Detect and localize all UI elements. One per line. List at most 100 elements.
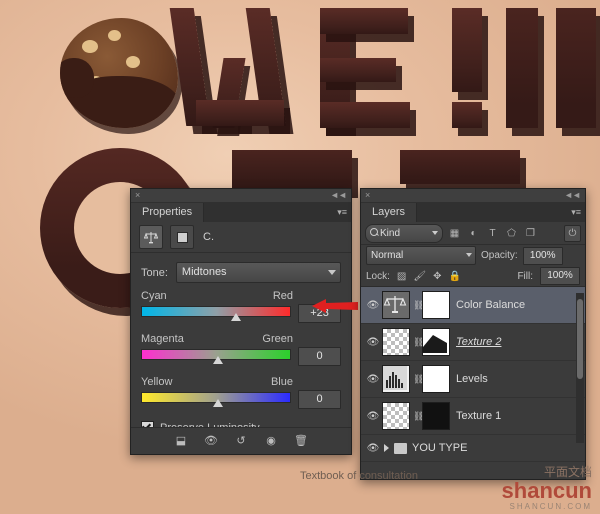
properties-panel[interactable]: × ◄◄ Properties ▾≡ C. Tone: Midtones Cya… bbox=[130, 188, 352, 455]
chevron-down-icon bbox=[466, 253, 472, 257]
slider-magenta-green-right-label: Green bbox=[262, 333, 293, 345]
filter-power-icon[interactable]: ⏻ bbox=[564, 224, 581, 242]
layer-visibility-icon[interactable]: 👁 bbox=[364, 411, 382, 422]
layer-thumbnail[interactable] bbox=[382, 291, 410, 319]
lock-position-icon[interactable]: ✥ bbox=[433, 271, 441, 282]
opacity-value[interactable]: 100% bbox=[522, 246, 563, 265]
tone-label: Tone: bbox=[141, 266, 168, 279]
layer-name[interactable]: Levels bbox=[456, 373, 488, 385]
slider-magenta-green-track[interactable] bbox=[141, 349, 292, 364]
layers-tabrow[interactable]: Layers ▾≡ bbox=[361, 203, 585, 222]
reset-icon[interactable]: ↺ bbox=[233, 434, 249, 448]
pixel-filter-icon[interactable]: ▦ bbox=[447, 226, 462, 241]
search-icon bbox=[370, 227, 378, 236]
shape-filter-icon[interactable]: ⬠ bbox=[504, 226, 519, 241]
table-row[interactable]: 👁 ⛓ Texture 1 bbox=[361, 398, 585, 435]
layer-mask-link-icon[interactable]: ⛓ bbox=[413, 337, 424, 348]
slider-cyan-red-knob[interactable] bbox=[231, 313, 241, 321]
smart-object-filter-icon[interactable]: ❐ bbox=[523, 226, 538, 241]
fill-label: Fill: bbox=[517, 270, 533, 282]
layer-name[interactable]: Texture 2 bbox=[456, 336, 501, 348]
close-icon[interactable]: × bbox=[135, 190, 140, 200]
layer-visibility-icon[interactable]: 👁 bbox=[364, 374, 382, 385]
expand-group-icon[interactable] bbox=[384, 444, 389, 452]
tone-value: Midtones bbox=[181, 266, 227, 278]
properties-footer[interactable]: ⬓ 👁 ↺ ◉ 🗑 bbox=[131, 427, 351, 454]
layer-mask-thumbnail[interactable] bbox=[422, 402, 450, 430]
balance-scale-glyph bbox=[383, 296, 407, 313]
slider-cyan-red[interactable]: Cyan Red +23 bbox=[141, 290, 341, 323]
slider-magenta-green-left-label: Magenta bbox=[141, 333, 184, 345]
color-balance-icon[interactable] bbox=[139, 225, 163, 249]
slider-yellow-blue-knob[interactable] bbox=[213, 399, 223, 407]
tab-properties[interactable]: Properties bbox=[131, 203, 205, 222]
collapse-icon[interactable]: ◄◄ bbox=[330, 190, 347, 200]
blend-mode-value: Normal bbox=[371, 250, 404, 261]
slider-magenta-green-knob[interactable] bbox=[213, 356, 223, 364]
view-previous-icon[interactable]: 👁 bbox=[203, 434, 219, 448]
slider-magenta-green[interactable]: Magenta Green 0 bbox=[141, 333, 341, 366]
slider-yellow-blue-value[interactable]: 0 bbox=[298, 390, 341, 409]
layer-mask-thumbnail[interactable] bbox=[422, 365, 450, 393]
tone-row[interactable]: Tone: Midtones bbox=[141, 262, 341, 283]
properties-tabrow[interactable]: Properties ▾≡ bbox=[131, 203, 351, 222]
table-row[interactable]: 👁 ⛓ Color Balance bbox=[361, 287, 585, 324]
table-row[interactable]: 👁 YOU TYPE bbox=[361, 435, 585, 462]
layer-thumbnail[interactable] bbox=[382, 402, 410, 430]
tab-layers[interactable]: Layers bbox=[361, 203, 418, 222]
layer-name[interactable]: Color Balance bbox=[456, 299, 525, 311]
layer-name[interactable]: YOU TYPE bbox=[412, 442, 467, 454]
slider-cyan-red-left-label: Cyan bbox=[141, 290, 167, 302]
lock-label: Lock: bbox=[366, 270, 390, 282]
lock-row[interactable]: Lock: ▨ 🖌 ✥ 🔒 Fill: 100% bbox=[361, 266, 585, 287]
folder-icon bbox=[394, 442, 407, 454]
fill-value[interactable]: 100% bbox=[540, 267, 580, 285]
table-row[interactable]: 👁 ⛓ Texture 2 bbox=[361, 324, 585, 361]
layer-mask-link-icon[interactable]: ⛓ bbox=[413, 411, 424, 422]
filter-kind-select[interactable]: Kind bbox=[365, 223, 443, 243]
layer-mask-link-icon[interactable]: ⛓ bbox=[413, 374, 424, 385]
clip-to-layer-icon[interactable]: ⬓ bbox=[173, 434, 189, 448]
tone-select[interactable]: Midtones bbox=[175, 262, 341, 283]
chevron-down-icon bbox=[432, 230, 438, 235]
delete-icon[interactable]: 🗑 bbox=[293, 434, 309, 448]
layer-mask-thumbnail[interactable] bbox=[422, 328, 450, 356]
lock-all-icon[interactable]: 🔒 bbox=[448, 271, 460, 282]
layer-thumbnail[interactable] bbox=[382, 328, 410, 356]
layer-visibility-icon[interactable]: 👁 bbox=[364, 443, 382, 454]
type-filter-icon[interactable]: T bbox=[485, 226, 500, 241]
toggle-visibility-icon[interactable]: ◉ bbox=[263, 434, 279, 448]
blend-mode-row[interactable]: Normal Opacity: 100% bbox=[361, 245, 585, 266]
layers-panel-titlebar[interactable]: × ◄◄ bbox=[361, 189, 585, 203]
blend-mode-select[interactable]: Normal bbox=[366, 246, 476, 265]
panel-menu-icon[interactable]: ▾≡ bbox=[337, 206, 347, 218]
layer-filter-toolbar[interactable]: Kind ▦ ◐ T ⬠ ❐ ⏻ bbox=[361, 222, 585, 245]
layer-visibility-icon[interactable]: 👁 bbox=[364, 337, 382, 348]
layers-scrollbar-thumb[interactable] bbox=[577, 299, 583, 379]
slider-magenta-green-value[interactable]: 0 bbox=[298, 347, 341, 366]
slider-yellow-blue-track[interactable] bbox=[141, 392, 292, 407]
layer-visibility-icon[interactable]: 👁 bbox=[364, 300, 382, 311]
layers-panel[interactable]: × ◄◄ Layers ▾≡ Kind ▦ ◐ T ⬠ ❐ ⏻ Normal O… bbox=[360, 188, 586, 480]
close-icon[interactable]: × bbox=[365, 190, 370, 200]
layers-scrollbar[interactable] bbox=[576, 293, 584, 443]
lock-image-icon[interactable]: 🖌 bbox=[413, 271, 426, 282]
adjustment-filter-icon[interactable]: ◐ bbox=[466, 226, 481, 241]
layer-mask-thumbnail[interactable] bbox=[422, 291, 450, 319]
layer-mask-link-icon[interactable]: ⛓ bbox=[413, 300, 424, 311]
slider-yellow-blue-labels: Yellow Blue bbox=[141, 376, 293, 388]
layer-list[interactable]: 👁 ⛓ Color Balance 👁 ⛓ Texture 2 👁 ⛓ Leve… bbox=[361, 287, 585, 462]
slider-cyan-red-track[interactable] bbox=[141, 306, 292, 321]
slider-cyan-red-labels: Cyan Red bbox=[141, 290, 293, 302]
footer-note-text: Textbook of consultation bbox=[300, 470, 419, 482]
properties-panel-titlebar[interactable]: × ◄◄ bbox=[131, 189, 351, 203]
collapse-icon[interactable]: ◄◄ bbox=[564, 190, 581, 200]
slider-yellow-blue[interactable]: Yellow Blue 0 bbox=[141, 376, 341, 409]
layer-name[interactable]: Texture 1 bbox=[456, 410, 501, 422]
panel-menu-icon[interactable]: ▾≡ bbox=[571, 206, 581, 218]
table-row[interactable]: 👁 ⛓ Levels bbox=[361, 361, 585, 398]
layer-thumbnail[interactable] bbox=[382, 365, 410, 393]
balance-scale-glyph bbox=[144, 232, 158, 244]
lock-transparency-icon[interactable]: ▨ bbox=[397, 271, 406, 282]
mask-properties-icon[interactable] bbox=[170, 225, 194, 249]
